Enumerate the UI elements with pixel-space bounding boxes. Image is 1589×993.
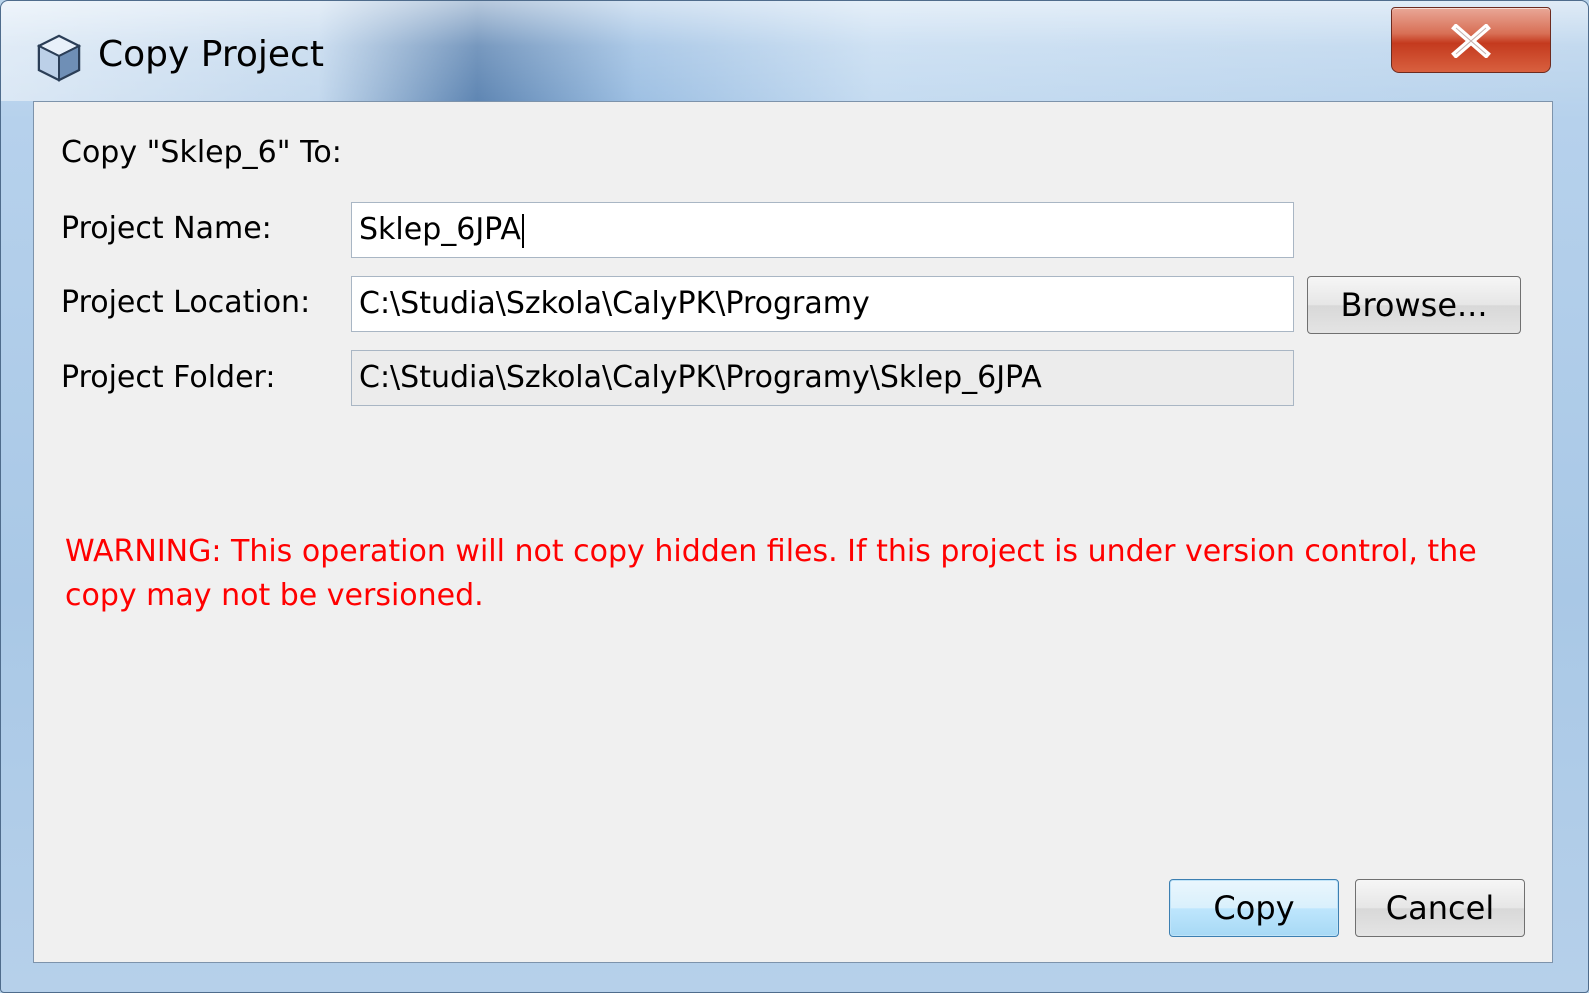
project-name-input[interactable]: Sklep_6JPA [351,202,1294,258]
close-button[interactable] [1391,7,1551,73]
project-folder-label: Project Folder: [61,360,276,395]
text-caret [521,213,524,248]
browse-button[interactable]: Browse... [1307,276,1521,334]
copy-project-window: Copy Project Copy "Sklep_6" To: Project … [0,0,1589,993]
project-location-input[interactable]: C:\Studia\Szkola\CalyPK\Programy [351,276,1294,332]
project-name-value: Sklep_6JPA [359,212,521,247]
title-bar[interactable]: Copy Project [1,1,1588,101]
project-location-label: Project Location: [61,285,311,320]
project-cube-icon [35,33,83,83]
project-folder-value: C:\Studia\Szkola\CalyPK\Programy\Sklep_6… [359,360,1042,395]
warning-message: WARNING: This operation will not copy hi… [65,534,1477,613]
dialog-content: Copy "Sklep_6" To: Project Name: Sklep_6… [33,101,1553,963]
copy-heading: Copy "Sklep_6" To: [61,135,342,170]
project-name-label: Project Name: [61,211,272,246]
project-location-value: C:\Studia\Szkola\CalyPK\Programy [359,286,870,321]
close-icon [1451,24,1491,58]
window-title: Copy Project [98,34,324,75]
project-folder-field: C:\Studia\Szkola\CalyPK\Programy\Sklep_6… [351,350,1294,406]
cancel-button[interactable]: Cancel [1355,879,1525,937]
copy-button[interactable]: Copy [1169,879,1339,937]
